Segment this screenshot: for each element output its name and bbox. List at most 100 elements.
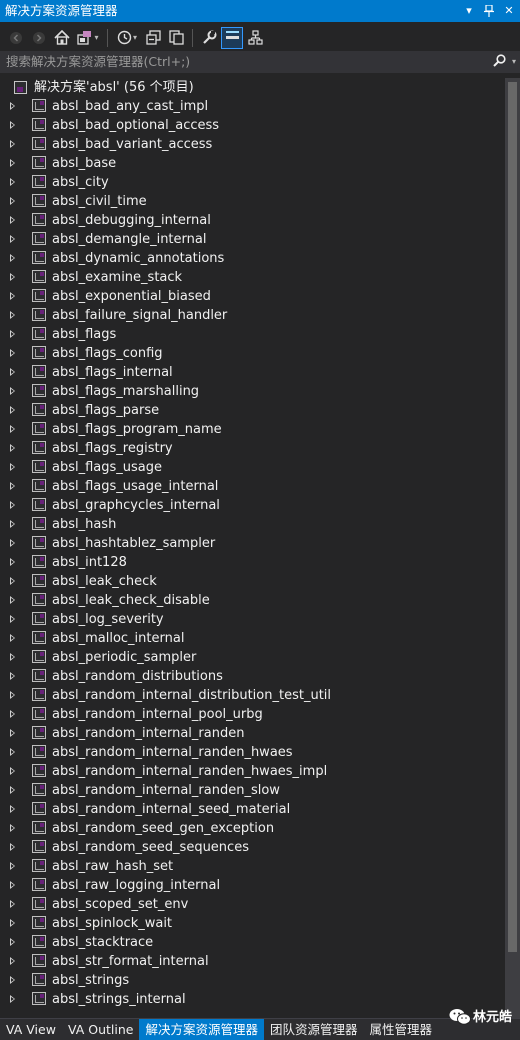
back-icon[interactable] [6, 28, 26, 48]
expand-arrow-icon[interactable] [10, 254, 15, 262]
expand-arrow-icon[interactable] [10, 919, 15, 927]
switch-views-icon[interactable]: ▾ [75, 28, 101, 48]
expand-arrow-icon[interactable] [10, 938, 15, 946]
project-node[interactable]: absl_flags_internal [0, 363, 505, 382]
project-node[interactable]: absl_flags_config [0, 344, 505, 363]
chevron-down-icon[interactable]: ▾ [133, 33, 137, 42]
project-node[interactable]: absl_malloc_internal [0, 629, 505, 648]
project-node[interactable]: absl_flags_registry [0, 439, 505, 458]
bottom-tab[interactable]: 属性管理器 [363, 1019, 438, 1040]
project-node[interactable]: absl_random_internal_distribution_test_u… [0, 686, 505, 705]
expand-arrow-icon[interactable] [10, 273, 15, 281]
project-node[interactable]: absl_scoped_set_env [0, 895, 505, 914]
project-node[interactable]: absl_strings_internal [0, 990, 505, 1009]
project-node[interactable]: absl_periodic_sampler [0, 648, 505, 667]
expand-arrow-icon[interactable] [10, 425, 15, 433]
expand-arrow-icon[interactable] [10, 444, 15, 452]
expand-arrow-icon[interactable] [10, 634, 15, 642]
project-node[interactable]: absl_debugging_internal [0, 211, 505, 230]
project-node[interactable]: absl_hashtablez_sampler [0, 534, 505, 553]
project-node[interactable]: absl_flags_program_name [0, 420, 505, 439]
expand-arrow-icon[interactable] [10, 216, 15, 224]
expand-arrow-icon[interactable] [10, 596, 15, 604]
project-node[interactable]: absl_examine_stack [0, 268, 505, 287]
project-node[interactable]: absl_bad_any_cast_impl [0, 97, 505, 116]
project-node[interactable]: absl_random_distributions [0, 667, 505, 686]
project-node[interactable]: absl_hash [0, 515, 505, 534]
forward-icon[interactable] [29, 28, 49, 48]
expand-arrow-icon[interactable] [10, 577, 15, 585]
expand-arrow-icon[interactable] [10, 197, 15, 205]
project-node[interactable]: absl_random_seed_gen_exception [0, 819, 505, 838]
expand-arrow-icon[interactable] [10, 178, 15, 186]
project-node[interactable]: absl_random_internal_randen_hwaes_impl [0, 762, 505, 781]
project-node[interactable]: absl_failure_signal_handler [0, 306, 505, 325]
expand-arrow-icon[interactable] [10, 805, 15, 813]
project-node[interactable]: absl_random_seed_sequences [0, 838, 505, 857]
expand-arrow-icon[interactable] [10, 957, 15, 965]
expand-arrow-icon[interactable] [10, 311, 15, 319]
project-node[interactable]: absl_spinlock_wait [0, 914, 505, 933]
project-node[interactable]: absl_flags_parse [0, 401, 505, 420]
expand-arrow-icon[interactable] [10, 482, 15, 490]
expand-arrow-icon[interactable] [10, 748, 15, 756]
expand-arrow-icon[interactable] [10, 786, 15, 794]
class-diagram-icon[interactable] [245, 28, 265, 48]
expand-arrow-icon[interactable] [10, 710, 15, 718]
expand-arrow-icon[interactable] [10, 976, 15, 984]
project-node[interactable]: absl_random_internal_randen_hwaes [0, 743, 505, 762]
expand-arrow-icon[interactable] [10, 330, 15, 338]
project-node[interactable]: absl_city [0, 173, 505, 192]
search-box[interactable]: 搜索解决方案资源管理器(Ctrl+;) ▾ [0, 51, 520, 73]
expand-arrow-icon[interactable] [10, 292, 15, 300]
project-node[interactable]: absl_random_internal_randen_slow [0, 781, 505, 800]
chevron-down-icon[interactable]: ▾ [94, 33, 98, 42]
pin-icon[interactable] [482, 4, 496, 18]
expand-arrow-icon[interactable] [10, 995, 15, 1003]
project-node[interactable]: absl_raw_hash_set [0, 857, 505, 876]
expand-arrow-icon[interactable] [10, 140, 15, 148]
project-node[interactable]: absl_leak_check_disable [0, 591, 505, 610]
project-node[interactable]: absl_log_severity [0, 610, 505, 629]
project-node[interactable]: absl_random_internal_pool_urbg [0, 705, 505, 724]
expand-arrow-icon[interactable] [10, 672, 15, 680]
project-node[interactable]: absl_bad_optional_access [0, 116, 505, 135]
solution-root-node[interactable]: 解决方案'absl' (56 个项目) [0, 78, 505, 97]
expand-arrow-icon[interactable] [10, 520, 15, 528]
expand-arrow-icon[interactable] [10, 539, 15, 547]
expand-arrow-icon[interactable] [10, 843, 15, 851]
project-node[interactable]: absl_graphcycles_internal [0, 496, 505, 515]
project-node[interactable]: absl_exponential_biased [0, 287, 505, 306]
project-node[interactable]: absl_int128 [0, 553, 505, 572]
dropdown-arrow-icon[interactable]: ▾ [462, 4, 476, 18]
project-node[interactable]: absl_flags_marshalling [0, 382, 505, 401]
chevron-down-icon[interactable]: ▾ [512, 51, 516, 73]
expand-arrow-icon[interactable] [10, 235, 15, 243]
expand-arrow-icon[interactable] [10, 558, 15, 566]
history-icon[interactable]: ▾ [114, 28, 140, 48]
expand-arrow-icon[interactable] [10, 387, 15, 395]
expand-arrow-icon[interactable] [10, 406, 15, 414]
project-node[interactable]: absl_leak_check [0, 572, 505, 591]
properties-icon[interactable] [199, 28, 219, 48]
expand-arrow-icon[interactable] [10, 615, 15, 623]
project-node[interactable]: absl_str_format_internal [0, 952, 505, 971]
expand-arrow-icon[interactable] [10, 349, 15, 357]
expand-arrow-icon[interactable] [10, 900, 15, 908]
project-node[interactable]: absl_base [0, 154, 505, 173]
collapse-all-icon[interactable] [143, 28, 163, 48]
project-node[interactable]: absl_stacktrace [0, 933, 505, 952]
expand-arrow-icon[interactable] [10, 121, 15, 129]
expand-arrow-icon[interactable] [10, 501, 15, 509]
expand-arrow-icon[interactable] [10, 102, 15, 110]
home-icon[interactable] [52, 28, 72, 48]
expand-arrow-icon[interactable] [10, 368, 15, 376]
project-node[interactable]: absl_random_internal_seed_material [0, 800, 505, 819]
bottom-tab[interactable]: VA View [0, 1019, 62, 1040]
expand-arrow-icon[interactable] [10, 653, 15, 661]
expand-arrow-icon[interactable] [10, 767, 15, 775]
preview-icon[interactable] [221, 26, 243, 49]
project-node[interactable]: absl_flags_usage [0, 458, 505, 477]
expand-arrow-icon[interactable] [10, 881, 15, 889]
vertical-scrollbar[interactable] [505, 78, 520, 1018]
